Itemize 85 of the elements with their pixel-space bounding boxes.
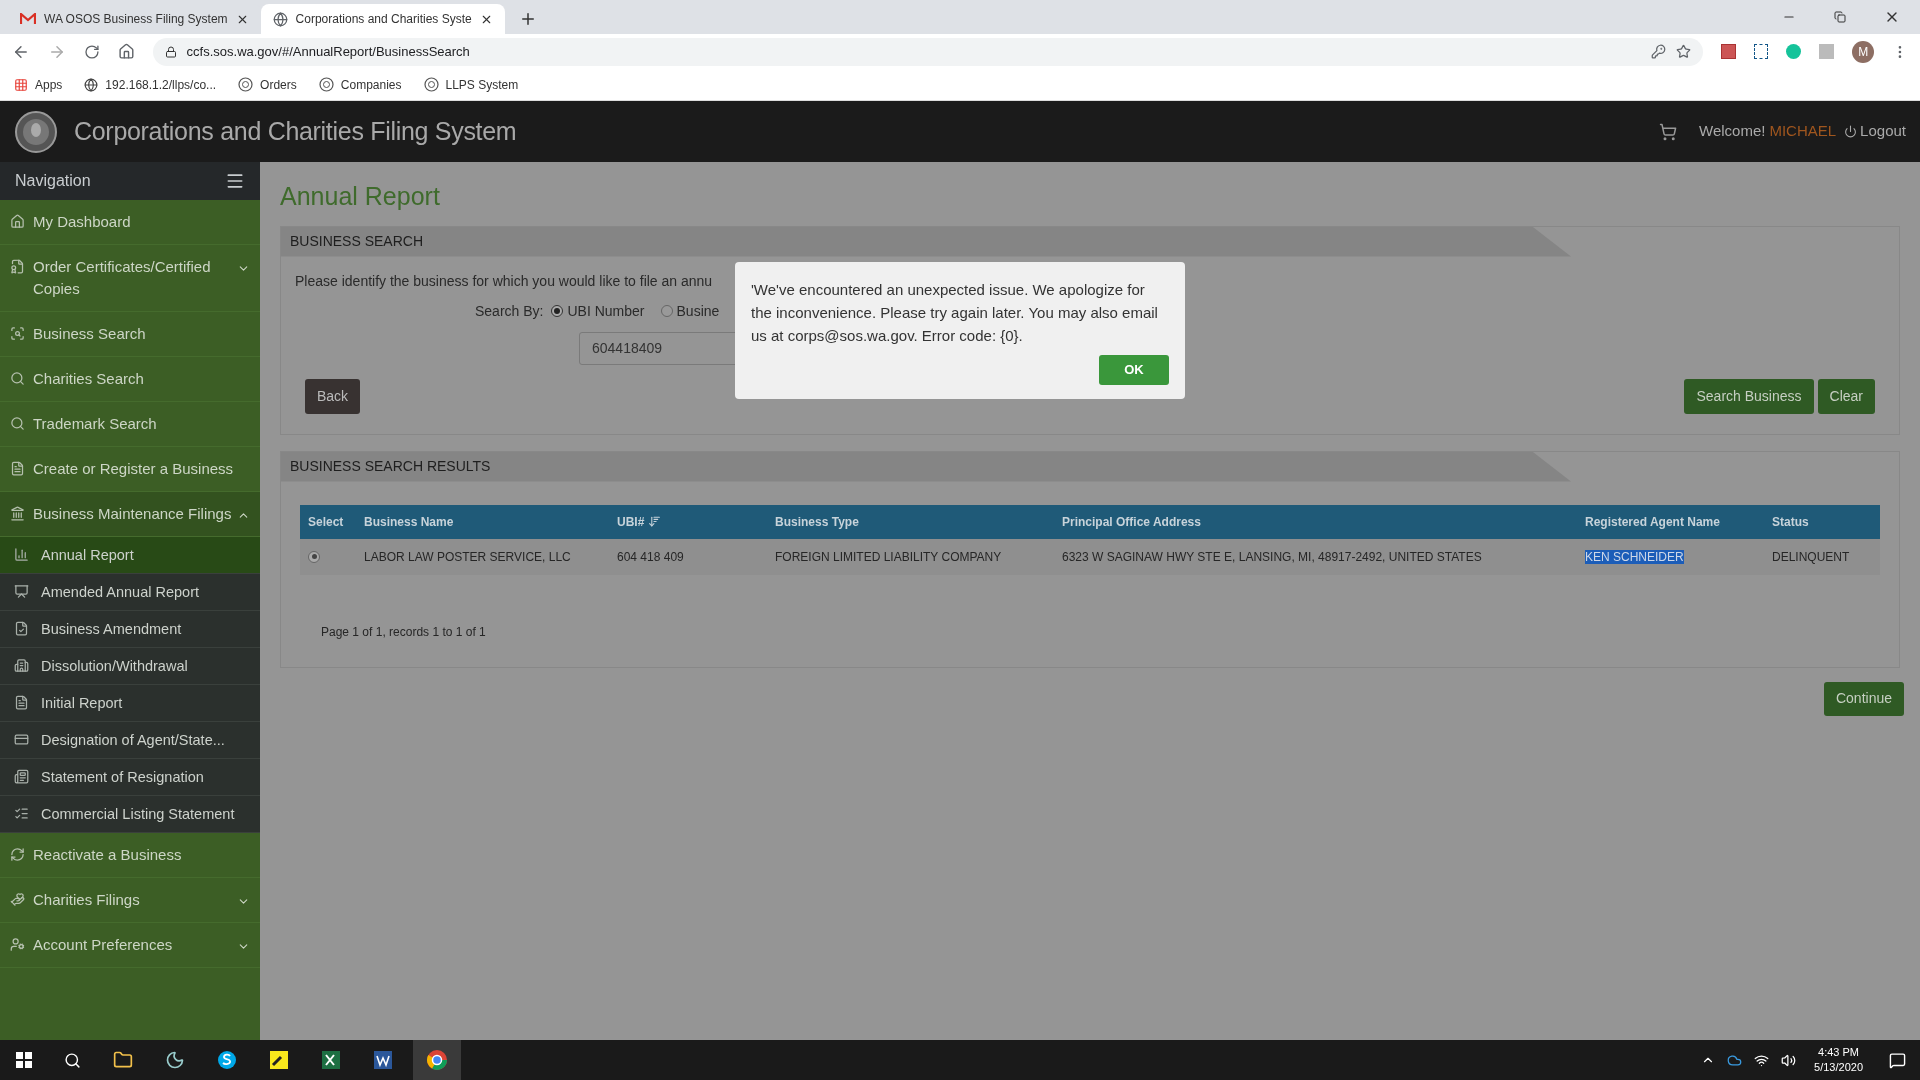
submenu-item[interactable]: Annual Report bbox=[0, 537, 260, 574]
column-header[interactable]: Business Type bbox=[767, 504, 1054, 539]
submenu-item[interactable]: Business Amendment bbox=[0, 611, 260, 648]
chat-app-icon[interactable] bbox=[217, 1050, 237, 1070]
globe-icon bbox=[272, 11, 288, 27]
cart-icon[interactable] bbox=[1659, 122, 1677, 141]
app-title: Corporations and Charities Filing System bbox=[74, 115, 517, 147]
panel-header: BUSINESS SEARCH bbox=[281, 226, 1571, 257]
cloud-icon[interactable] bbox=[1727, 1052, 1743, 1068]
spreadsheet-icon[interactable] bbox=[321, 1050, 341, 1070]
address-bar[interactable]: ccfs.sos.wa.gov/#/AnnualReport/BusinessSearch bbox=[152, 37, 1703, 66]
column-header[interactable]: Business Name bbox=[356, 504, 609, 539]
windows-icon[interactable] bbox=[16, 1052, 32, 1068]
sidebar-title: Navigation bbox=[15, 171, 91, 191]
panel-header: BUSINESS SEARCH RESULTS bbox=[281, 451, 1571, 482]
pager-text: Page 1 of 1, records 1 to 1 of 1 bbox=[321, 623, 487, 641]
bookmark-link[interactable]: Companies bbox=[318, 75, 402, 94]
lock-icon bbox=[164, 45, 177, 58]
key-icon[interactable] bbox=[1650, 44, 1666, 59]
extension-icon[interactable] bbox=[1753, 44, 1769, 59]
sidebar-item[interactable]: Business Maintenance Filings bbox=[0, 492, 260, 537]
folder-icon[interactable] bbox=[113, 1050, 133, 1070]
instruction-text: Please identify the business for which you would like to file an annu bbox=[295, 271, 713, 291]
column-header[interactable]: Status bbox=[1764, 504, 1880, 539]
radio-button[interactable] bbox=[660, 305, 673, 317]
table-cell: 604 418 409 bbox=[617, 549, 684, 564]
table-cell: LABOR LAW POSTER SERVICE, LLC bbox=[364, 549, 571, 564]
bookmark-link[interactable]: Apps bbox=[14, 75, 63, 94]
sort-icon bbox=[648, 515, 662, 528]
search-by-label: Search By: bbox=[475, 301, 544, 321]
column-header[interactable]: UBI# bbox=[609, 504, 767, 539]
radio-label: Busine bbox=[676, 301, 720, 321]
bookmark-link[interactable]: 192.168.1.2/llps/co... bbox=[84, 75, 217, 94]
back-button[interactable]: Back bbox=[305, 378, 361, 414]
power-icon bbox=[1844, 125, 1858, 138]
submenu-item[interactable]: Amended Annual Report bbox=[0, 574, 260, 611]
seal-icon bbox=[238, 77, 254, 92]
mail-icon bbox=[20, 13, 36, 25]
action-button[interactable]: Search Business bbox=[1684, 378, 1814, 414]
column-header[interactable]: Select bbox=[300, 504, 356, 539]
seal-icon bbox=[318, 77, 334, 92]
clock-time: 4:43 PM bbox=[1818, 1045, 1859, 1060]
continue-button[interactable]: Continue bbox=[1823, 681, 1904, 716]
table-cell: FOREIGN LIMITED LIABILITY COMPANY bbox=[775, 549, 1002, 564]
bookmark-link[interactable]: LLPS System bbox=[423, 75, 519, 94]
restore-icon[interactable] bbox=[1834, 11, 1846, 23]
row-radio[interactable] bbox=[308, 550, 320, 563]
column-header[interactable]: Registered Agent Name bbox=[1577, 504, 1764, 539]
submenu-item[interactable]: Statement of Resignation bbox=[0, 759, 260, 796]
network-icon[interactable] bbox=[1754, 1052, 1770, 1068]
sticky-note-icon[interactable] bbox=[269, 1050, 289, 1070]
table-cell: DELINQUENT bbox=[1772, 549, 1850, 564]
welcome-text: Welcome! bbox=[1699, 121, 1766, 142]
submenu-item[interactable]: Commercial Listing Statement bbox=[0, 796, 260, 833]
table-cell: 6323 W SAGINAW HWY STE E, LANSING, MI, 48917-2492, UNITED STATES bbox=[1062, 549, 1482, 564]
search-icon[interactable] bbox=[64, 1051, 81, 1069]
submenu-item[interactable]: Designation of Agent/State... bbox=[0, 722, 260, 759]
reload-icon[interactable] bbox=[83, 43, 100, 60]
page-title: Annual Report bbox=[280, 181, 441, 212]
profile-avatar[interactable]: M bbox=[1852, 40, 1875, 63]
seal-icon bbox=[14, 109, 58, 154]
column-header[interactable]: Principal Office Address bbox=[1054, 504, 1577, 539]
action-button[interactable]: Clear bbox=[1817, 378, 1875, 414]
document-icon[interactable] bbox=[373, 1050, 393, 1070]
clock-date: 5/13/2020 bbox=[1814, 1060, 1863, 1075]
table-cell: KEN SCHNEIDER bbox=[1585, 549, 1684, 564]
radio-label: UBI Number bbox=[567, 301, 645, 321]
bookmark-link[interactable]: Orders bbox=[238, 75, 297, 94]
radio-button[interactable] bbox=[551, 305, 564, 317]
user-name: MICHAEL bbox=[1769, 121, 1837, 142]
star-icon[interactable] bbox=[1675, 44, 1691, 59]
extension-icon[interactable] bbox=[1720, 44, 1736, 59]
home-icon[interactable] bbox=[117, 43, 135, 60]
logout-link[interactable]: Logout bbox=[1844, 120, 1906, 143]
volume-icon[interactable] bbox=[1781, 1052, 1797, 1068]
submenu-item[interactable]: Dissolution/Withdrawal bbox=[0, 648, 260, 685]
seal-icon bbox=[423, 77, 439, 92]
ok-button[interactable]: OK bbox=[1099, 355, 1169, 385]
moon-icon[interactable] bbox=[165, 1050, 185, 1070]
browser-tab[interactable]: Corporations and Charities Syste bbox=[260, 4, 505, 34]
submenu-item[interactable]: Initial Report bbox=[0, 685, 260, 722]
notification-icon[interactable] bbox=[1889, 1051, 1906, 1069]
browser-icon[interactable] bbox=[426, 1049, 448, 1071]
apps-icon bbox=[14, 77, 28, 92]
globe-icon bbox=[84, 77, 99, 92]
